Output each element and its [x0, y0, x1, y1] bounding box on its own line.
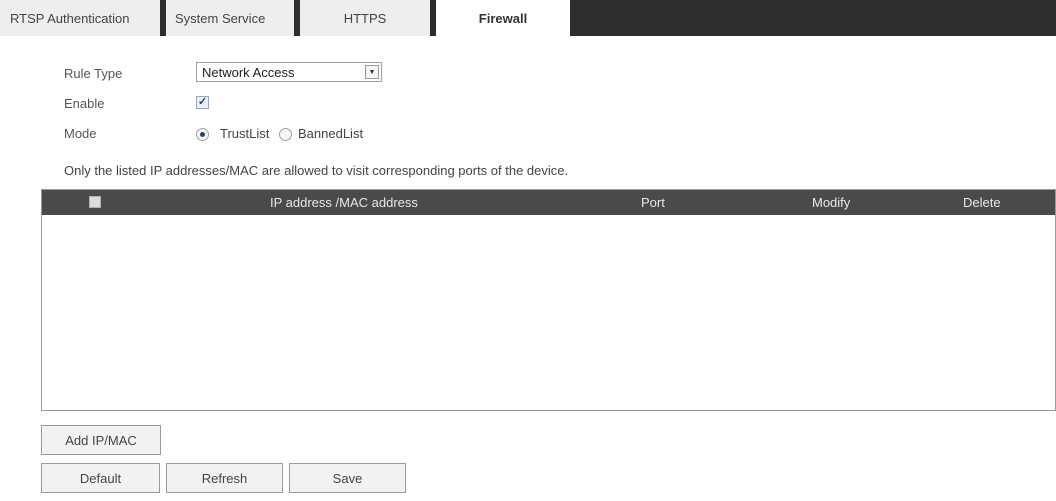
rule-type-label: Rule Type [64, 66, 123, 81]
default-button[interactable]: Default [41, 463, 160, 493]
mode-label: Mode [64, 126, 97, 141]
tab-https[interactable]: HTTPS [300, 0, 430, 36]
save-button[interactable]: Save [289, 463, 406, 493]
enable-checkbox[interactable]: ✓ [196, 96, 209, 109]
tab-bar: RTSP Authentication System Service HTTPS… [0, 0, 1056, 36]
trustlist-radio[interactable] [196, 128, 209, 141]
rule-type-value: Network Access [202, 65, 295, 80]
chevron-down-icon[interactable]: ▼ [365, 65, 379, 79]
column-header-delete: Delete [963, 195, 1001, 210]
table-header: IP address /MAC address Port Modify Dele… [42, 190, 1055, 215]
radio-selected-dot [200, 132, 205, 137]
enable-label: Enable [64, 96, 105, 111]
tab-firewall[interactable]: Firewall [436, 0, 570, 36]
ip-mac-table: IP address /MAC address Port Modify Dele… [41, 189, 1056, 411]
column-header-ip-mac: IP address /MAC address [270, 195, 418, 210]
add-ip-mac-button[interactable]: Add IP/MAC [41, 425, 161, 455]
trustlist-label[interactable]: TrustList [220, 126, 269, 141]
bannedlist-radio[interactable] [279, 128, 292, 141]
bannedlist-label[interactable]: BannedList [298, 126, 363, 141]
tab-system-service[interactable]: System Service [166, 0, 294, 36]
rule-type-select[interactable]: Network Access ▼ [196, 62, 382, 82]
refresh-button[interactable]: Refresh [166, 463, 283, 493]
select-all-checkbox[interactable] [89, 196, 101, 208]
column-header-modify: Modify [812, 195, 851, 210]
firewall-notice-text: Only the listed IP addresses/MAC are all… [64, 163, 569, 178]
tab-rtsp-authentication[interactable]: RTSP Authentication [0, 0, 160, 36]
checkmark-icon: ✓ [197, 96, 208, 108]
column-header-port: Port [641, 195, 665, 210]
